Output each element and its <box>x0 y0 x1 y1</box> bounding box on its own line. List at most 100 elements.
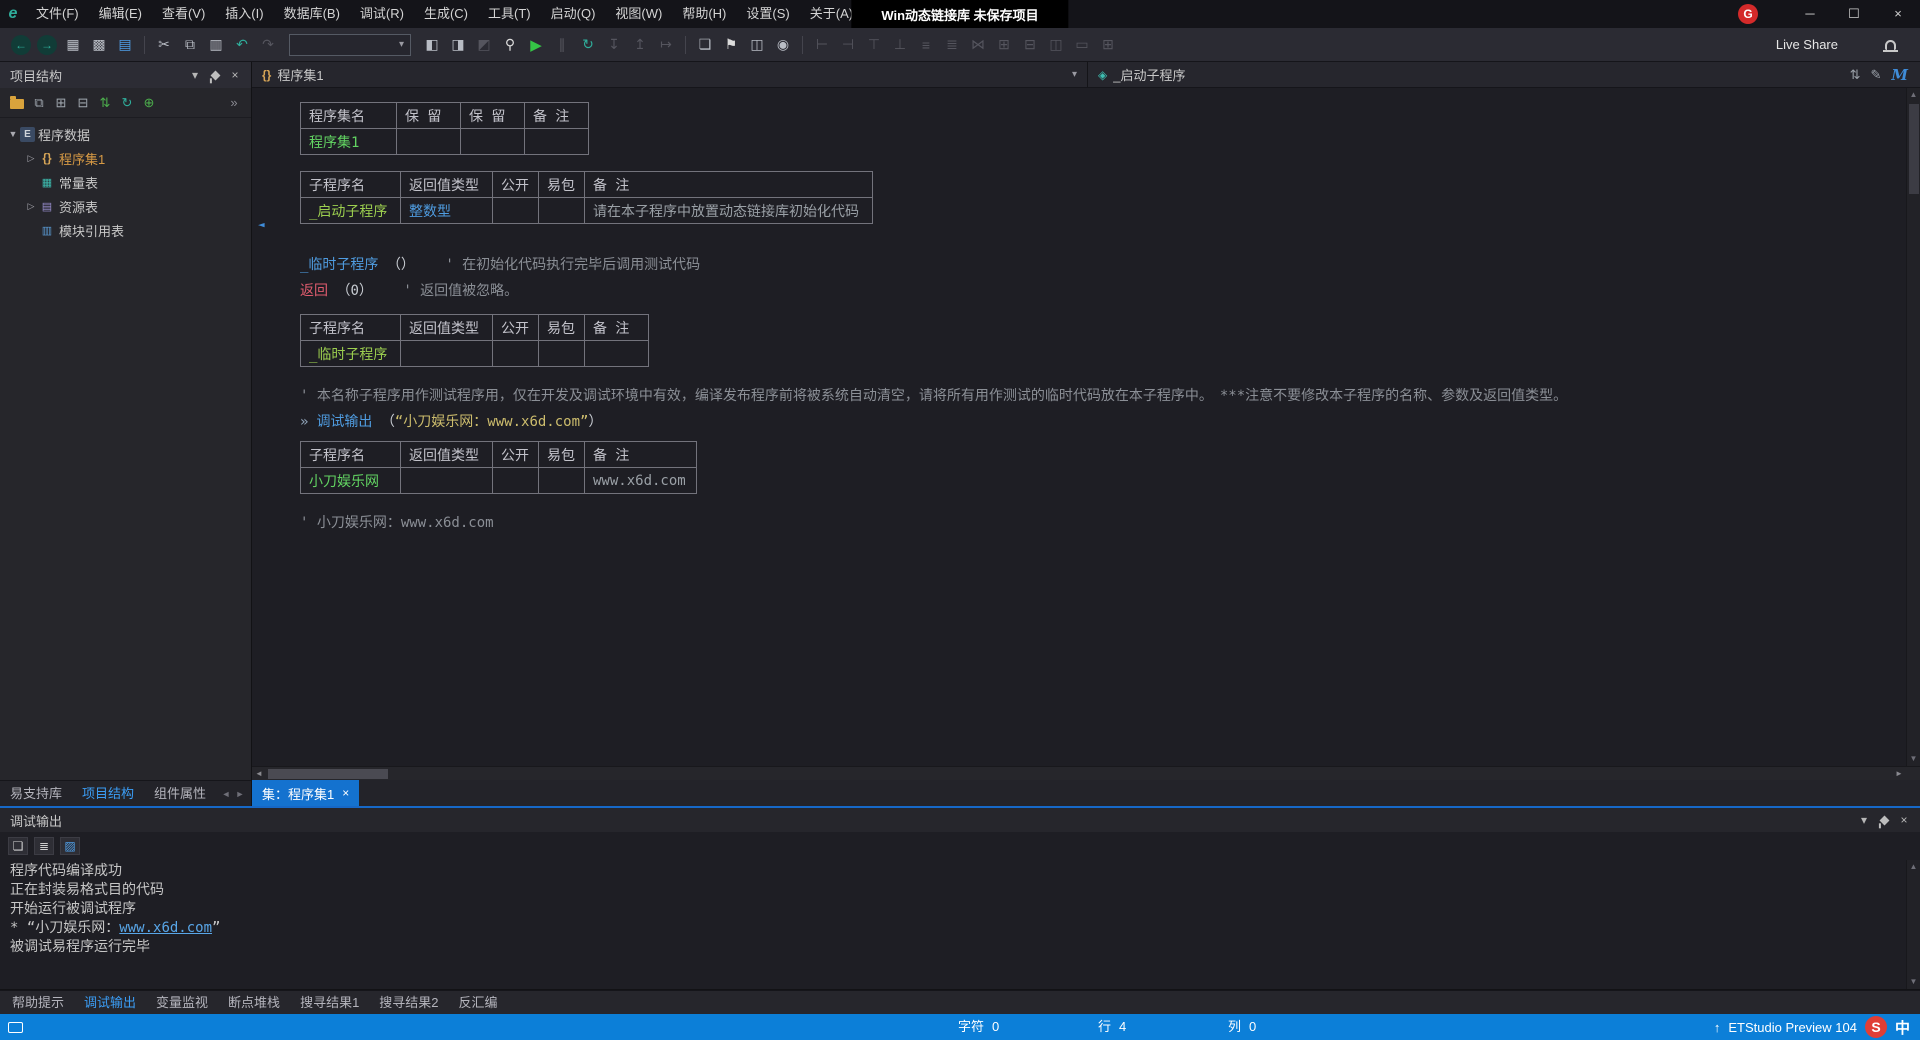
subroutine-selector[interactable]: ◈ _启动子程序 ⇅ ✎ M <box>1088 62 1920 87</box>
scroll-up-icon[interactable]: ▲ <box>1907 860 1920 874</box>
return-type-cell[interactable] <box>401 341 493 367</box>
horizontal-scrollbar[interactable]: ◄ ► <box>252 766 1920 780</box>
output-window-icon[interactable]: ❏ <box>8 837 28 855</box>
tab-variable-watch[interactable]: 变量监视 <box>146 990 218 1016</box>
public-cell[interactable] <box>493 341 539 367</box>
remark-cell[interactable]: 请在本子程序中放置动态链接库初始化代码 <box>585 198 873 224</box>
scrollbar-track[interactable] <box>1907 874 1920 975</box>
sort-lines-icon[interactable]: ⇅ <box>1850 67 1861 83</box>
g-badge-icon[interactable]: G <box>1738 4 1758 24</box>
open-folder-icon[interactable] <box>6 92 28 114</box>
tree-collapsed-icon[interactable]: ▷ <box>24 153 38 164</box>
expand-all-icon[interactable]: ⊞ <box>50 92 72 114</box>
project-wizard-icon[interactable]: ▩ <box>87 33 111 57</box>
tab-project-structure[interactable]: 项目结构 <box>72 781 144 807</box>
vertical-scrollbar[interactable]: ▲ ▼ <box>1906 88 1920 766</box>
temp-sub-table[interactable]: 子程序名 返回值类型 公开 易包 备 注 _临时子程序 <box>300 314 649 367</box>
tab-search-result-1[interactable]: 搜寻结果1 <box>290 990 369 1016</box>
new-project-icon[interactable]: ▦ <box>61 33 85 57</box>
tab-breakpoint-stack[interactable]: 断点堆栈 <box>218 990 290 1016</box>
copy-structure-icon[interactable]: ⧉ <box>28 92 50 114</box>
maximize-button[interactable]: ☐ <box>1832 0 1876 28</box>
code-line-debug-output[interactable]: »调试输出 （“小刀娱乐网：www.x6d.com”） <box>300 409 1906 435</box>
menu-database[interactable]: 数据库(B) <box>274 0 350 28</box>
edit-mode-icon[interactable]: ✎ <box>1870 67 1881 83</box>
tree-item-program-data[interactable]: ▼ E 程序数据 <box>0 122 251 146</box>
sub-name-cell[interactable]: 小刀娱乐网 <box>301 468 401 494</box>
close-button[interactable]: × <box>1876 0 1920 28</box>
menu-file[interactable]: 文件(F) <box>26 0 89 28</box>
menu-layout[interactable]: 视图(W) <box>605 0 672 28</box>
package-cell[interactable] <box>539 341 585 367</box>
tab-component-properties[interactable]: 组件属性 <box>144 781 216 807</box>
word-wrap-icon[interactable]: ≣ <box>34 837 54 855</box>
scrollbar-track[interactable] <box>1907 102 1920 752</box>
step-out-icon[interactable]: ↥ <box>628 33 652 57</box>
remark-cell[interactable] <box>585 341 649 367</box>
tab-debug-output[interactable]: 调试输出 <box>74 990 146 1016</box>
panel-dropdown-icon[interactable]: ▾ <box>1854 813 1874 827</box>
restart-icon[interactable]: ↻ <box>576 33 600 57</box>
scroll-down-icon[interactable]: ▼ <box>1907 752 1920 766</box>
panel-close-icon[interactable]: × <box>225 68 245 82</box>
tab-support-library[interactable]: 易支持库 <box>0 781 72 807</box>
debug-output-lines[interactable]: 程序代码编译成功 正在封装易格式目的代码 开始运行被调试程序 * “小刀娱乐网：… <box>0 860 1906 989</box>
menu-help[interactable]: 帮助(H) <box>672 0 736 28</box>
windows-icon[interactable]: ❏ <box>693 33 717 57</box>
same-height-icon[interactable]: ⊞ <box>992 33 1016 57</box>
public-cell[interactable] <box>493 468 539 494</box>
grid-icon[interactable]: ⊞ <box>1096 33 1120 57</box>
add-item-icon[interactable]: ⊕ <box>138 92 160 114</box>
remark-cell[interactable]: www.x6d.com <box>585 468 697 494</box>
align-right-icon[interactable]: ⊣ <box>836 33 860 57</box>
table-row[interactable]: 小刀娱乐网 www.x6d.com <box>301 468 697 494</box>
align-left-icon[interactable]: ⊢ <box>810 33 834 57</box>
center-vertical-icon[interactable]: ≣ <box>940 33 964 57</box>
assembly-name-cell[interactable]: 程序集1 <box>301 129 397 155</box>
menu-view[interactable]: 查看(V) <box>152 0 215 28</box>
collapse-all-icon[interactable]: ⊟ <box>72 92 94 114</box>
reserved-cell[interactable] <box>461 129 525 155</box>
code-line-site-comment[interactable]: ' 小刀娱乐网：www.x6d.com <box>300 510 1906 536</box>
tree-item-resource-table[interactable]: ▷ ▤ 资源表 <box>0 194 251 218</box>
code-line-comment[interactable]: ' 本名称子程序用作测试程序用，仅在开发及调试环境中有效，编译发布程序前将被系统… <box>300 383 1906 409</box>
refresh-icon[interactable]: ↻ <box>116 92 138 114</box>
menu-settings[interactable]: 设置(S) <box>736 0 799 28</box>
assembly-table[interactable]: 程序集名 保 留 保 留 备 注 程序集1 <box>300 102 589 155</box>
tab-search-result-2[interactable]: 搜寻结果2 <box>369 990 448 1016</box>
export-output-icon[interactable]: ▨ <box>60 837 80 855</box>
sort-items-icon[interactable]: ⇅ <box>94 92 116 114</box>
pause-icon[interactable]: ∥ <box>550 33 574 57</box>
table-row[interactable]: _启动子程序 整数型 请在本子程序中放置动态链接库初始化代码 <box>301 198 873 224</box>
tab-help-tips[interactable]: 帮助提示 <box>2 990 74 1016</box>
forward-icon[interactable]: → <box>37 35 57 55</box>
output-link[interactable]: www.x6d.com <box>119 920 212 936</box>
tree-item-constant-table[interactable]: ▦ 常量表 <box>0 170 251 194</box>
scroll-down-icon[interactable]: ▼ <box>1907 975 1920 989</box>
statusbar-layout-icon[interactable] <box>8 1022 23 1033</box>
tree-expanded-icon[interactable]: ▼ <box>6 129 20 139</box>
tree-collapsed-icon[interactable]: ▷ <box>24 201 38 212</box>
panel-close-icon[interactable]: × <box>1894 813 1914 827</box>
scrollbar-thumb[interactable] <box>1909 104 1919 194</box>
public-cell[interactable] <box>493 198 539 224</box>
debug-vertical-scrollbar[interactable]: ▲ ▼ <box>1906 860 1920 989</box>
search-icon[interactable]: ⚲ <box>498 33 522 57</box>
menu-build[interactable]: 生成(C) <box>414 0 478 28</box>
step-over-icon[interactable]: ↦ <box>654 33 678 57</box>
same-size-icon[interactable]: ⊟ <box>1018 33 1042 57</box>
remark-cell[interactable] <box>525 129 589 155</box>
same-width-icon[interactable]: ⋈ <box>966 33 990 57</box>
fold-marker-icon[interactable]: ◄ <box>258 218 265 231</box>
live-share-button[interactable]: Live Share <box>1776 37 1838 52</box>
sub-name-cell[interactable]: _启动子程序 <box>301 198 401 224</box>
publish-up-icon[interactable]: ↑ <box>1714 1020 1721 1035</box>
align-bottom-icon[interactable]: ⊥ <box>888 33 912 57</box>
paste-icon[interactable]: ▥ <box>204 33 228 57</box>
run-icon[interactable]: ▶ <box>524 33 548 57</box>
space-vertical-icon[interactable]: ▭ <box>1070 33 1094 57</box>
notification-bell-icon[interactable] <box>1878 40 1902 50</box>
panel-pin-icon[interactable] <box>1874 813 1894 827</box>
tab-disassembly[interactable]: 反汇编 <box>449 990 508 1016</box>
table-row[interactable]: _临时子程序 <box>301 341 649 367</box>
